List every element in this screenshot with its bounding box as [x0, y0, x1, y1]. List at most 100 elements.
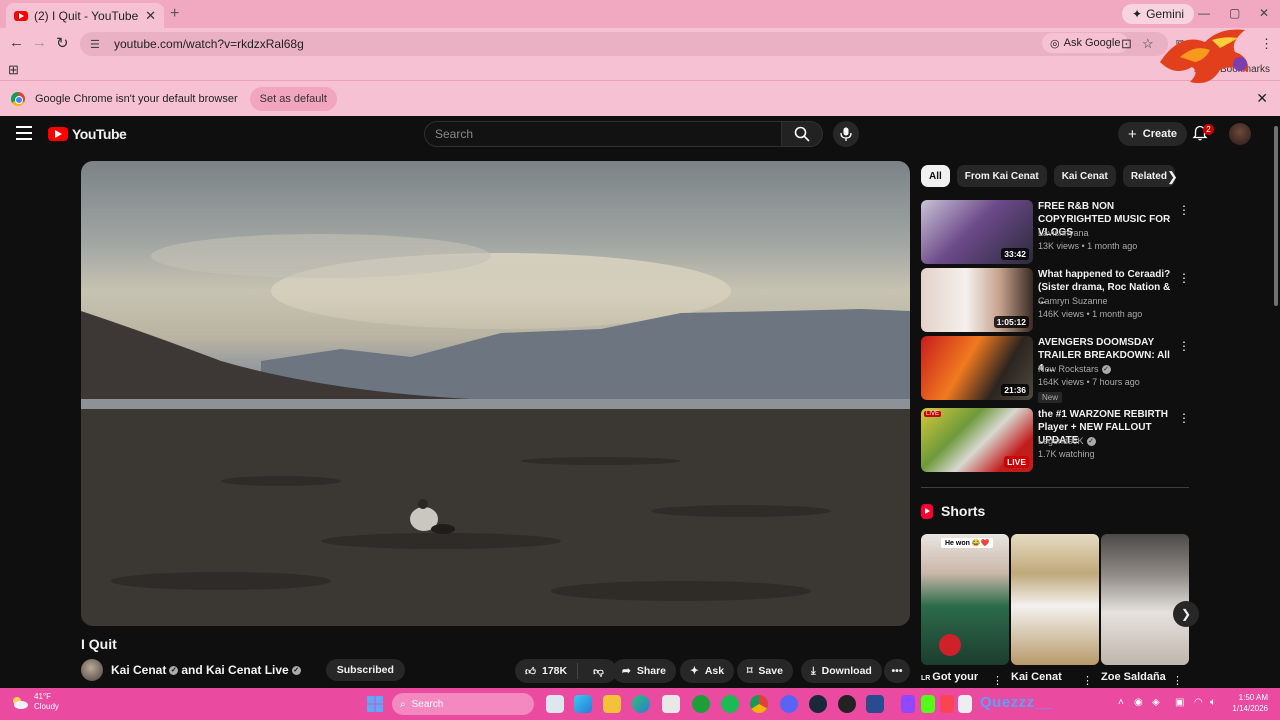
chip-all[interactable]: All [921, 165, 950, 187]
taskbar-search[interactable]: ⌕ Search [392, 693, 534, 715]
back-arrow-icon[interactable]: ← [9, 34, 24, 51]
short-title[interactable]: Zoe Saldaña [1101, 671, 1166, 683]
subscribed-button[interactable]: Subscribed [325, 659, 405, 681]
scrollbar-thumb[interactable] [1274, 126, 1278, 306]
dislike-button[interactable]: 👎︎ [584, 665, 613, 678]
youtube-logo[interactable]: YouTube [48, 126, 127, 142]
chrome-taskbar-icon[interactable] [750, 695, 768, 713]
video-player[interactable] [81, 161, 910, 626]
tray-app-icon[interactable]: ◈ [1152, 697, 1160, 708]
live-corner-badge: LIVE [924, 411, 942, 417]
spotify-icon[interactable] [721, 695, 739, 713]
infobar-close-icon[interactable]: ✕ [1256, 90, 1268, 107]
youtube-page: YouTube Search + Create 2 I Quit Kai Cen… [0, 116, 1280, 688]
recommendation-item[interactable]: LIVE LIVE the #1 WARZONE REBIRTH Player … [921, 408, 1190, 472]
short-thumbnail[interactable]: He won 😂❤️ [921, 534, 1009, 665]
more-vertical-icon[interactable]: ⋮ [1082, 674, 1093, 687]
verified-check-icon: ✓ [1086, 437, 1096, 447]
tray-app-icon[interactable]: ◉ [1134, 697, 1143, 708]
recommendation-item[interactable]: 1:05:12 What happened to Ceraadi? (Siste… [921, 268, 1190, 332]
video-thumbnail[interactable]: LIVE LIVE [921, 408, 1033, 472]
install-app-icon[interactable]: ⊡ [1121, 36, 1132, 52]
window-close-icon[interactable]: ✕ [1259, 6, 1269, 20]
like-button[interactable]: 👍︎ 178K [515, 663, 579, 679]
ask-google-button[interactable]: ◎ Ask Google [1042, 33, 1129, 53]
twitch-icon[interactable] [901, 695, 915, 713]
address-bar[interactable]: ☰ youtube.com/watch?v=rkdzxRal68g [80, 32, 1168, 56]
chip-from-kai-cenat[interactable]: From Kai Cenat [956, 165, 1047, 187]
wifi-icon[interactable]: ◠ [1194, 697, 1203, 708]
share-button[interactable]: ➦ Share [612, 659, 676, 683]
volume-icon[interactable]: 🔈︎ [1210, 697, 1216, 708]
page-scrollbar[interactable] [1272, 116, 1280, 688]
recommendation-item[interactable]: 21:36 AVENGERS DOOMSDAY TRAILER BREAKDOW… [921, 336, 1190, 403]
active-app-icon[interactable] [866, 695, 884, 713]
task-view-icon[interactable] [546, 695, 564, 713]
system-clock[interactable]: 1:50 AM 1/14/2026 [1228, 692, 1268, 714]
more-vertical-icon[interactable]: ⋮ [1178, 411, 1190, 425]
discord-icon[interactable] [780, 695, 798, 713]
steam-icon[interactable] [809, 695, 827, 713]
short-thumbnail[interactable] [1101, 534, 1189, 665]
kick-icon[interactable] [921, 695, 935, 713]
ask-button[interactable]: ✦ Ask [680, 659, 735, 683]
store-icon[interactable] [662, 695, 680, 713]
short-thumbnail[interactable] [1011, 534, 1099, 665]
new-tab-button[interactable]: + [170, 5, 179, 23]
recommendation-meta: 164K views • 7 hours ago [1038, 377, 1140, 387]
account-avatar[interactable] [1229, 123, 1251, 145]
voice-search-button[interactable] [833, 121, 859, 147]
edge-icon[interactable] [632, 695, 650, 713]
tab-youtube[interactable]: (2) I Quit - YouTube ✕ [6, 3, 164, 28]
site-info-icon[interactable]: ☰ [90, 38, 104, 51]
search-input[interactable]: Search [424, 121, 782, 147]
tray-chevron-icon[interactable]: ˄ [1118, 697, 1124, 708]
xbox-icon[interactable] [692, 695, 710, 713]
set-default-button[interactable]: Set as default [249, 86, 337, 111]
more-actions-button[interactable]: ••• [884, 659, 910, 683]
short-title[interactable]: LR Got your [921, 671, 978, 683]
video-thumbnail[interactable]: 33:42 [921, 200, 1033, 264]
more-vertical-icon[interactable]: ⋮ [1178, 271, 1190, 285]
gemini-button[interactable]: ✦ Gemini [1122, 4, 1195, 24]
more-vertical-icon[interactable]: ⋮ [1172, 674, 1183, 687]
more-vertical-icon[interactable]: ⋮ [1178, 203, 1190, 217]
minimize-icon[interactable]: — [1198, 6, 1210, 20]
recommendation-channel[interactable]: Camryn Suzanne [1038, 296, 1108, 306]
more-vertical-icon[interactable]: ⋮ [992, 674, 1003, 687]
save-button[interactable]: ⌑ Save [737, 659, 793, 683]
file-explorer-icon[interactable] [603, 695, 621, 713]
menu-icon[interactable] [16, 126, 32, 144]
app-icon[interactable] [958, 695, 972, 713]
tray-app-icon[interactable]: ▣ [1175, 697, 1184, 708]
shorts-next-button[interactable]: ❯ [1173, 601, 1199, 627]
chrome-menu-icon[interactable]: ⋮ [1260, 36, 1273, 52]
forward-arrow-icon[interactable]: → [32, 34, 47, 51]
video-thumbnail[interactable]: 1:05:12 [921, 268, 1033, 332]
windows-start-icon[interactable] [366, 695, 384, 713]
search-button[interactable] [781, 121, 823, 147]
obs-icon[interactable] [838, 695, 856, 713]
chevron-right-icon[interactable]: ❯ [1167, 169, 1178, 185]
reload-icon[interactable]: ↻ [56, 34, 69, 52]
recommendation-channel[interactable]: New Rockstars ✓ [1038, 364, 1114, 375]
maximize-icon[interactable]: ▢ [1229, 6, 1240, 20]
share-arrow-icon: ➦ [622, 665, 631, 677]
video-thumbnail[interactable]: 21:36 [921, 336, 1033, 400]
channel-avatar[interactable] [81, 659, 103, 681]
weather-widget[interactable]: 41°F Cloudy [10, 692, 59, 712]
short-title[interactable]: Kai Cenat [1011, 671, 1062, 683]
apps-grid-icon[interactable]: ⊞ [8, 62, 19, 78]
widgets-icon[interactable] [574, 695, 592, 713]
tab-close-icon[interactable]: ✕ [145, 8, 156, 24]
taskbar-search-placeholder: Search [411, 698, 444, 710]
recommendation-channel[interactable]: Legends6K ✓ [1038, 436, 1099, 447]
recommendation-channel[interactable]: Lavishhyana [1038, 228, 1089, 238]
valorant-icon[interactable] [940, 695, 954, 713]
more-vertical-icon[interactable]: ⋮ [1178, 339, 1190, 353]
recommendation-item[interactable]: 33:42 FREE R&B NON COPYRIGHTED MUSIC FOR… [921, 200, 1190, 264]
channel-name[interactable]: Kai Cenat ✓ and Kai Cenat Live ✓ [111, 663, 304, 677]
download-button[interactable]: ⤓ Download [801, 659, 882, 683]
create-button[interactable]: + Create [1118, 122, 1188, 146]
chip-kai-cenat[interactable]: Kai Cenat [1053, 165, 1116, 187]
